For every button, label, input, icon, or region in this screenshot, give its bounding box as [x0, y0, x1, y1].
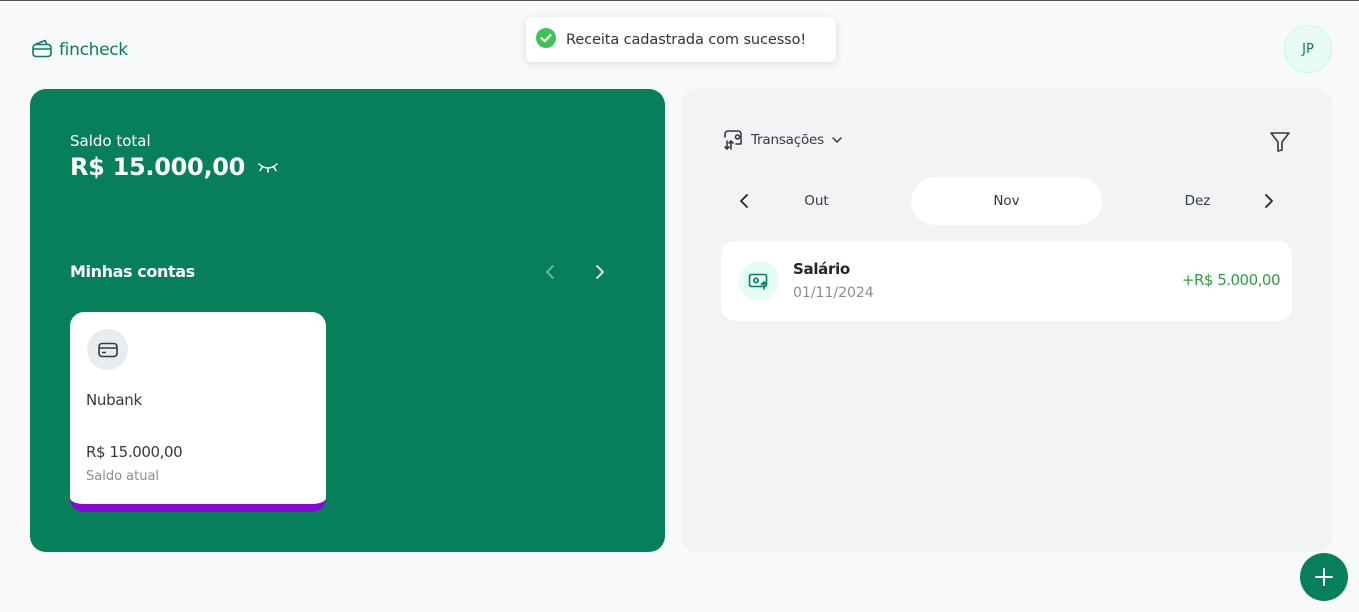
chevron-right-icon [1265, 194, 1273, 208]
transaction-type-label: Transações [751, 132, 824, 148]
account-name: Nubank [86, 391, 142, 409]
eye-closed-icon[interactable] [257, 160, 279, 174]
account-icon [87, 329, 128, 370]
transaction-item[interactable]: Salário 01/11/2024 +R$ 5.000,00 [721, 241, 1292, 321]
month-out[interactable]: Out [721, 177, 912, 225]
transaction-type-select[interactable]: Transações [722, 129, 843, 151]
success-toast: Receita cadastrada com sucesso! [526, 17, 836, 62]
month-label: Nov [993, 193, 1020, 209]
balance-panel: Saldo total R$ 15.000,00 Minhas contas N… [30, 89, 665, 552]
month-label: Dez [1184, 193, 1211, 209]
accounts-next-button[interactable] [588, 260, 612, 284]
check-circle-icon [536, 27, 556, 52]
fincheck-logo: fincheck [31, 38, 128, 62]
filter-icon [1270, 132, 1290, 152]
month-label: Out [804, 193, 829, 209]
filter-button[interactable] [1267, 129, 1293, 155]
total-balance-label: Saldo total [70, 132, 151, 150]
account-card-nubank[interactable]: Nubank R$ 15.000,00 Saldo atual [70, 312, 326, 512]
total-balance-value: R$ 15.000,00 [70, 153, 246, 181]
transaction-value: +R$ 5.000,00 [1181, 271, 1281, 289]
income-icon [748, 273, 768, 290]
wallet-icon [31, 38, 53, 62]
toast-message: Receita cadastrada com sucesso! [566, 31, 807, 48]
accounts-title: Minhas contas [70, 262, 195, 281]
chevron-left-icon [546, 265, 554, 279]
month-nov[interactable]: Nov [911, 177, 1102, 225]
total-balance-row: R$ 15.000,00 [70, 153, 279, 181]
chevron-right-icon [596, 265, 604, 279]
month-next-button[interactable] [1257, 189, 1281, 213]
transactions-icon [724, 130, 742, 150]
transactions-panel: Transações Out Nov Dez Salário 01/11/202… [681, 89, 1332, 552]
add-button[interactable] [1300, 553, 1348, 601]
user-avatar[interactable]: JP [1284, 25, 1332, 73]
credit-card-icon [97, 342, 118, 357]
account-balance: R$ 15.000,00 [86, 443, 183, 461]
accounts-prev-button[interactable] [538, 260, 562, 284]
user-initials: JP [1302, 41, 1314, 57]
transaction-date: 01/11/2024 [793, 285, 874, 301]
transaction-icon [739, 261, 779, 301]
chevron-down-icon [832, 137, 842, 143]
plus-icon [1315, 568, 1333, 586]
transaction-title: Salário [793, 260, 850, 278]
account-balance-label: Saldo atual [86, 469, 160, 484]
logo-text: fincheck [59, 40, 128, 60]
